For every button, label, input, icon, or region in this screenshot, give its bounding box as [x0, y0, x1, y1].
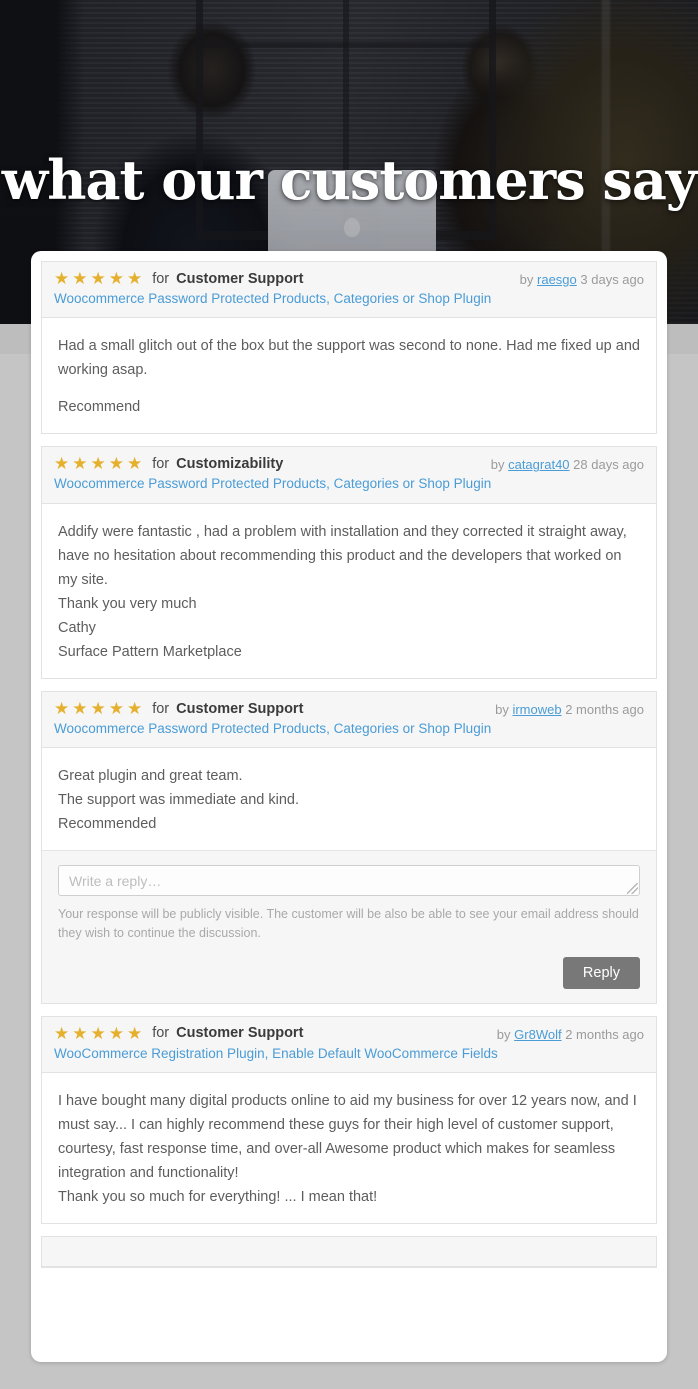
- review-header: ★★★★★ for Customer Support by raesgo 3 days…: [42, 262, 656, 318]
- review-author-link[interactable]: Gr8Wolf: [514, 1027, 561, 1042]
- review-byline: by irmoweb 2 months ago: [495, 702, 644, 717]
- review-body: Great plugin and great team. The support…: [42, 748, 656, 850]
- review-paragraph: Recommend: [58, 395, 640, 419]
- reply-privacy-note: Your response will be publicly visible. …: [58, 905, 640, 943]
- reviews-panel: ★★★★★ for Customer Support by raesgo 3 days…: [31, 251, 667, 1362]
- review-header-row: ★★★★★ for Customer Support by Gr8Wolf 2 mon…: [54, 1025, 644, 1042]
- review-paragraph: Great plugin and great team. The support…: [58, 764, 640, 836]
- review-rating-group: ★★★★★ for Customer Support: [54, 270, 303, 287]
- review-rating-group: ★★★★★ for Customizability: [54, 455, 283, 472]
- review-timestamp: 2 months ago: [565, 1027, 644, 1042]
- review-topic: Customizability: [176, 456, 283, 472]
- product-link[interactable]: Woocommerce Password Protected Products,…: [54, 476, 491, 491]
- review-product-links: Woocommerce Password Protected Products,…: [54, 475, 644, 493]
- review-card: ★★★★★ for Customer Support by raesgo 3 days…: [41, 261, 657, 434]
- review-header-row: ★★★★★ for Customizability by catagrat40 28 …: [54, 455, 644, 472]
- review-author-link[interactable]: raesgo: [537, 272, 577, 287]
- review-timestamp: 28 days ago: [573, 457, 644, 472]
- review-body: Had a small glitch out of the box but th…: [42, 318, 656, 433]
- review-body: I have bought many digital products onli…: [42, 1073, 656, 1223]
- resize-handle-icon[interactable]: [627, 883, 638, 894]
- for-label: for: [152, 456, 169, 472]
- review-paragraph: I have bought many digital products onli…: [58, 1089, 640, 1209]
- testimonials-page: what our customers say ★★★★★ for Customer …: [0, 0, 698, 1389]
- reply-placeholder-text: Write a reply…: [69, 873, 161, 889]
- reply-button[interactable]: Reply: [563, 957, 640, 989]
- review-header: ★★★★★ for Customizability by catagrat40 28 …: [42, 447, 656, 503]
- review-card: ★★★★★ for Customer Support by Gr8Wolf 2 mon…: [41, 1016, 657, 1225]
- reply-button-row: Reply: [58, 957, 640, 989]
- review-topic: Customer Support: [176, 701, 303, 717]
- product-link[interactable]: Woocommerce Password Protected Products,…: [54, 291, 491, 306]
- for-label: for: [152, 1025, 169, 1041]
- product-link[interactable]: Woocommerce Password Protected Products,…: [54, 721, 491, 736]
- page-title: what our customers say: [0, 153, 698, 207]
- review-product-links: Woocommerce Password Protected Products,…: [54, 290, 644, 308]
- review-rating-group: ★★★★★ for Customer Support: [54, 700, 303, 717]
- star-rating-icon: ★★★★★: [54, 455, 145, 472]
- by-label: by: [495, 702, 509, 717]
- by-label: by: [491, 457, 505, 472]
- review-header-row: ★★★★★ for Customer Support by raesgo 3 days…: [54, 270, 644, 287]
- review-topic: Customer Support: [176, 271, 303, 287]
- for-label: for: [152, 701, 169, 717]
- review-card: ★★★★★ for Customizability by catagrat40 28 …: [41, 446, 657, 679]
- review-author-link[interactable]: catagrat40: [508, 457, 569, 472]
- review-header: ★★★★★ for Customer Support by Gr8Wolf 2 mon…: [42, 1017, 656, 1073]
- star-rating-icon: ★★★★★: [54, 700, 145, 717]
- review-timestamp: 2 months ago: [565, 702, 644, 717]
- review-timestamp: 3 days ago: [580, 272, 644, 287]
- review-header: [42, 1237, 656, 1267]
- star-rating-icon: ★★★★★: [54, 1025, 145, 1042]
- review-topic: Customer Support: [176, 1025, 303, 1041]
- product-link[interactable]: Enable Default WooCommerce Fields: [272, 1046, 498, 1061]
- review-byline: by catagrat40 28 days ago: [491, 457, 644, 472]
- review-body: Addify were fantastic , had a problem wi…: [42, 504, 656, 678]
- review-product-links: WooCommerce Registration Plugin, Enable …: [54, 1045, 644, 1063]
- review-byline: by Gr8Wolf 2 months ago: [497, 1027, 644, 1042]
- reply-textarea[interactable]: Write a reply…: [58, 865, 640, 896]
- by-label: by: [520, 272, 534, 287]
- for-label: for: [152, 271, 169, 287]
- reply-form: Write a reply… Your response will be publ…: [42, 850, 656, 1003]
- review-author-link[interactable]: irmoweb: [512, 702, 561, 717]
- review-header: ★★★★★ for Customer Support by irmoweb 2 mon…: [42, 692, 656, 748]
- review-card: ★★★★★ for Customer Support by irmoweb 2 mon…: [41, 691, 657, 1004]
- apple-logo-icon: [344, 218, 360, 237]
- review-header-row: ★★★★★ for Customer Support by irmoweb 2 mon…: [54, 700, 644, 717]
- product-separator: ,: [265, 1046, 273, 1061]
- review-paragraph: Addify were fantastic , had a problem wi…: [58, 520, 640, 664]
- reviews-list: ★★★★★ for Customer Support by raesgo 3 days…: [41, 261, 657, 1268]
- review-rating-group: ★★★★★ for Customer Support: [54, 1025, 303, 1042]
- by-label: by: [497, 1027, 511, 1042]
- review-byline: by raesgo 3 days ago: [520, 272, 644, 287]
- review-card-partial: [41, 1236, 657, 1268]
- review-product-links: Woocommerce Password Protected Products,…: [54, 720, 644, 738]
- product-link[interactable]: WooCommerce Registration Plugin: [54, 1046, 265, 1061]
- star-rating-icon: ★★★★★: [54, 270, 145, 287]
- review-paragraph: Had a small glitch out of the box but th…: [58, 334, 640, 382]
